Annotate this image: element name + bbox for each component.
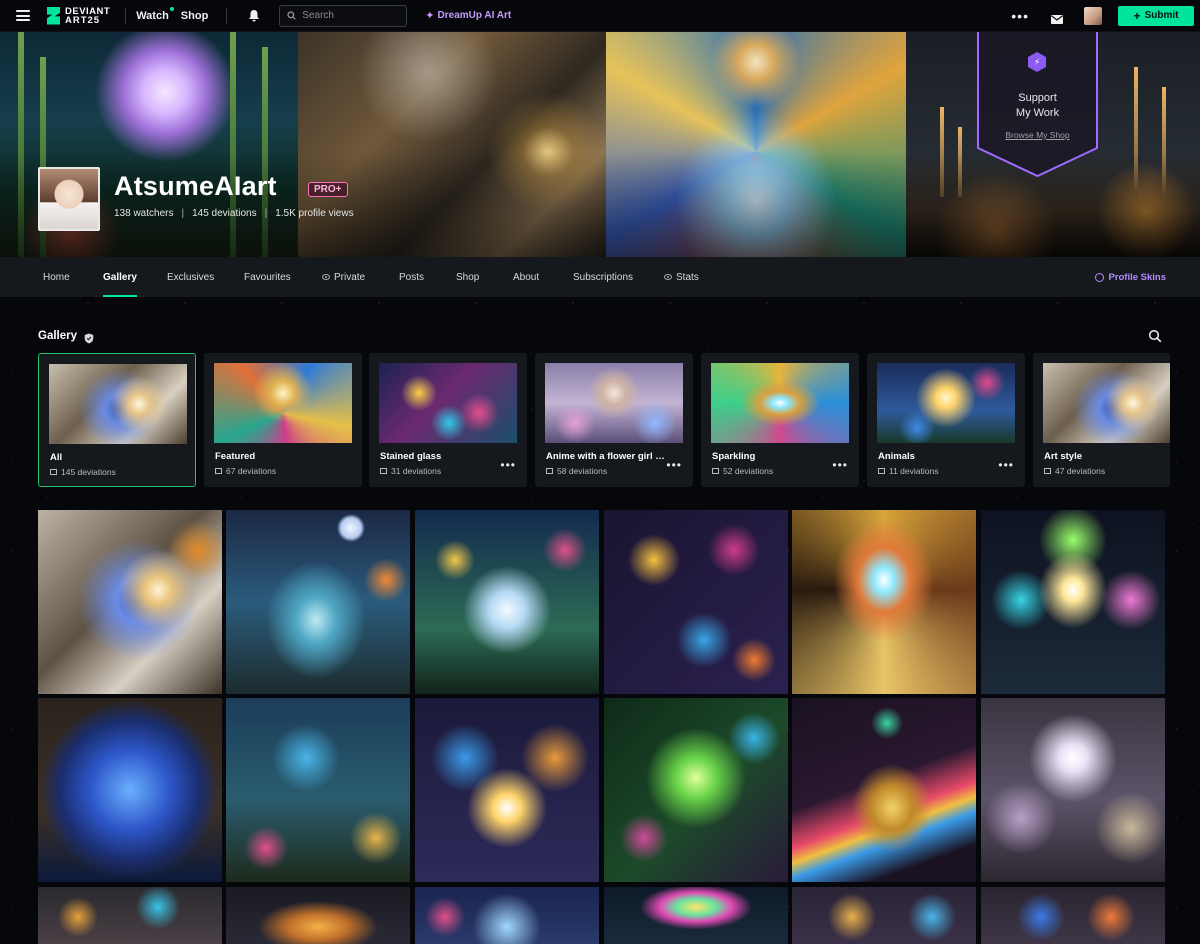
deviation-thumbnail[interactable] — [792, 698, 976, 882]
tab-subscriptions[interactable]: Subscriptions — [573, 257, 633, 297]
browse-shop-link[interactable]: Browse My Shop — [977, 130, 1098, 140]
top-navigation-bar: DEVIANT ART25 Watch Shop ✦ DreamUp AI Ar… — [0, 0, 1200, 32]
watch-link[interactable]: Watch — [136, 6, 174, 22]
deviations-count[interactable]: 145 deviations — [192, 208, 257, 219]
deviation-thumbnail[interactable] — [604, 887, 788, 944]
topbar-divider — [226, 7, 228, 24]
profile-avatar[interactable] — [38, 167, 100, 231]
deviation-thumbnail[interactable] — [981, 698, 1165, 882]
deviation-thumbnail[interactable] — [981, 510, 1165, 694]
image-icon — [1044, 468, 1051, 474]
plus-icon: + — [1133, 8, 1141, 23]
more-icon[interactable]: ••• — [1011, 8, 1029, 24]
tab-home[interactable]: Home — [43, 257, 70, 297]
folder-thumbnail — [379, 363, 517, 443]
gallery-search-icon[interactable] — [1148, 329, 1162, 343]
deviation-thumbnail[interactable] — [981, 887, 1165, 944]
folder-thumbnail — [877, 363, 1015, 443]
tab-gallery[interactable]: Gallery — [103, 257, 137, 297]
topbar-divider — [125, 7, 127, 24]
pro-badge[interactable]: PRO+ — [308, 182, 348, 197]
folder-sparkling[interactable]: Sparkling 52 deviations ••• — [701, 353, 859, 487]
folder-thumbnail — [545, 363, 683, 443]
logo-text-line2: ART25 — [65, 14, 101, 26]
image-icon — [380, 468, 387, 474]
deviation-thumbnail[interactable] — [792, 887, 976, 944]
folder-featured[interactable]: Featured 67 deviations — [204, 353, 362, 487]
folder-animals[interactable]: Animals 11 deviations ••• — [867, 353, 1025, 487]
eye-icon — [322, 274, 330, 280]
more-icon[interactable]: ••• — [666, 458, 682, 472]
deviantart-logo-icon — [47, 7, 60, 25]
deviation-thumbnail[interactable] — [415, 510, 599, 694]
deviation-thumbnail[interactable] — [226, 698, 410, 882]
profile-stats: 138 watchers | 145 deviations | 1.5K pro… — [114, 208, 354, 219]
more-icon[interactable]: ••• — [998, 458, 1014, 472]
user-avatar[interactable] — [1084, 6, 1102, 25]
image-icon — [50, 469, 57, 475]
shop-link[interactable]: Shop — [181, 10, 209, 22]
folder-thumbnail — [49, 364, 187, 444]
deviantart-logo[interactable]: DEVIANT ART25 — [47, 0, 110, 32]
deviation-thumbnail[interactable] — [604, 698, 788, 882]
deviation-thumbnail[interactable] — [226, 887, 410, 944]
folder-thumbnail — [214, 363, 352, 443]
eye-icon — [664, 274, 672, 280]
support-shop-card[interactable]: ⚡ Support My Work Browse My Shop — [977, 32, 1098, 177]
more-icon[interactable]: ••• — [832, 458, 848, 472]
image-icon — [215, 468, 222, 474]
palette-icon — [1095, 272, 1105, 282]
deviation-thumbnail[interactable] — [226, 510, 410, 694]
bell-icon[interactable] — [248, 9, 260, 22]
folder-thumbnail — [1043, 363, 1170, 443]
tab-private[interactable]: Private — [322, 257, 365, 297]
profile-skins-button[interactable]: Profile Skins — [1095, 257, 1166, 297]
deviation-thumbnail[interactable] — [38, 887, 222, 944]
search-field[interactable] — [279, 4, 408, 27]
deviation-thumbnail[interactable] — [415, 698, 599, 882]
search-icon — [287, 11, 297, 20]
deviation-thumbnail[interactable] — [415, 887, 599, 944]
deviation-thumbnail[interactable] — [604, 510, 788, 694]
submit-button[interactable]: + Submit — [1118, 5, 1194, 26]
support-text-line2: My Work — [1015, 107, 1060, 119]
profile-tabs: Home Gallery Exclusives Favourites Priva… — [0, 257, 1200, 297]
tab-exclusives[interactable]: Exclusives — [167, 257, 214, 297]
deviation-thumbnail[interactable] — [38, 510, 222, 694]
sparkle-icon: ✦ — [425, 10, 435, 22]
search-input[interactable] — [302, 10, 398, 21]
more-icon[interactable]: ••• — [500, 458, 516, 472]
image-icon — [878, 468, 885, 474]
folder-stained-glass[interactable]: Stained glass 31 deviations ••• — [369, 353, 527, 487]
deviation-thumbnail[interactable] — [792, 510, 976, 694]
tab-posts[interactable]: Posts — [399, 257, 424, 297]
folder-all[interactable]: All 145 deviations — [38, 353, 196, 487]
folder-art-style[interactable]: Art style 47 deviations — [1033, 353, 1170, 487]
dreamup-link[interactable]: ✦ DreamUp AI Art — [425, 9, 511, 22]
image-icon — [712, 468, 719, 474]
hamburger-icon[interactable] — [16, 10, 30, 21]
profile-views-count: 1.5K profile views — [275, 208, 354, 219]
mail-icon[interactable] — [1051, 11, 1063, 24]
shield-icon[interactable] — [84, 331, 94, 344]
deviation-thumbnail[interactable] — [38, 698, 222, 882]
notification-dot — [169, 6, 174, 11]
folder-thumbnail — [711, 363, 849, 443]
folder-anime-flower-girl[interactable]: Anime with a flower girl m... 58 deviati… — [535, 353, 693, 487]
profile-name[interactable]: AtsumeAIart — [114, 171, 277, 202]
watchers-count[interactable]: 138 watchers — [114, 208, 173, 219]
tab-shop[interactable]: Shop — [456, 257, 479, 297]
tab-about[interactable]: About — [513, 257, 539, 297]
gallery-title: Gallery — [38, 330, 77, 342]
image-icon — [546, 468, 553, 474]
tab-stats[interactable]: Stats — [664, 257, 699, 297]
support-text-line1: Support — [1018, 92, 1057, 104]
tab-favourites[interactable]: Favourites — [244, 257, 291, 297]
